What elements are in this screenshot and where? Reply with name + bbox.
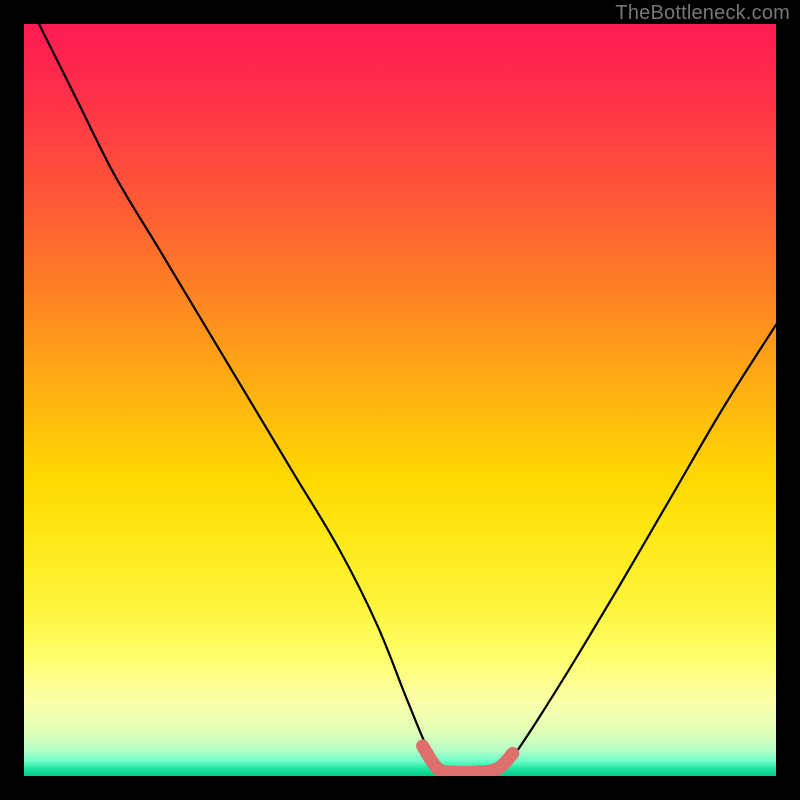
attribution-text: TheBottleneck.com [615, 2, 790, 25]
chart-frame: TheBottleneck.com [0, 0, 800, 800]
curve-layer [24, 24, 776, 776]
plot-area [24, 24, 776, 776]
right-curve-path [505, 325, 776, 769]
left-curve-path [39, 24, 445, 769]
pink-highlight-path [423, 746, 513, 773]
